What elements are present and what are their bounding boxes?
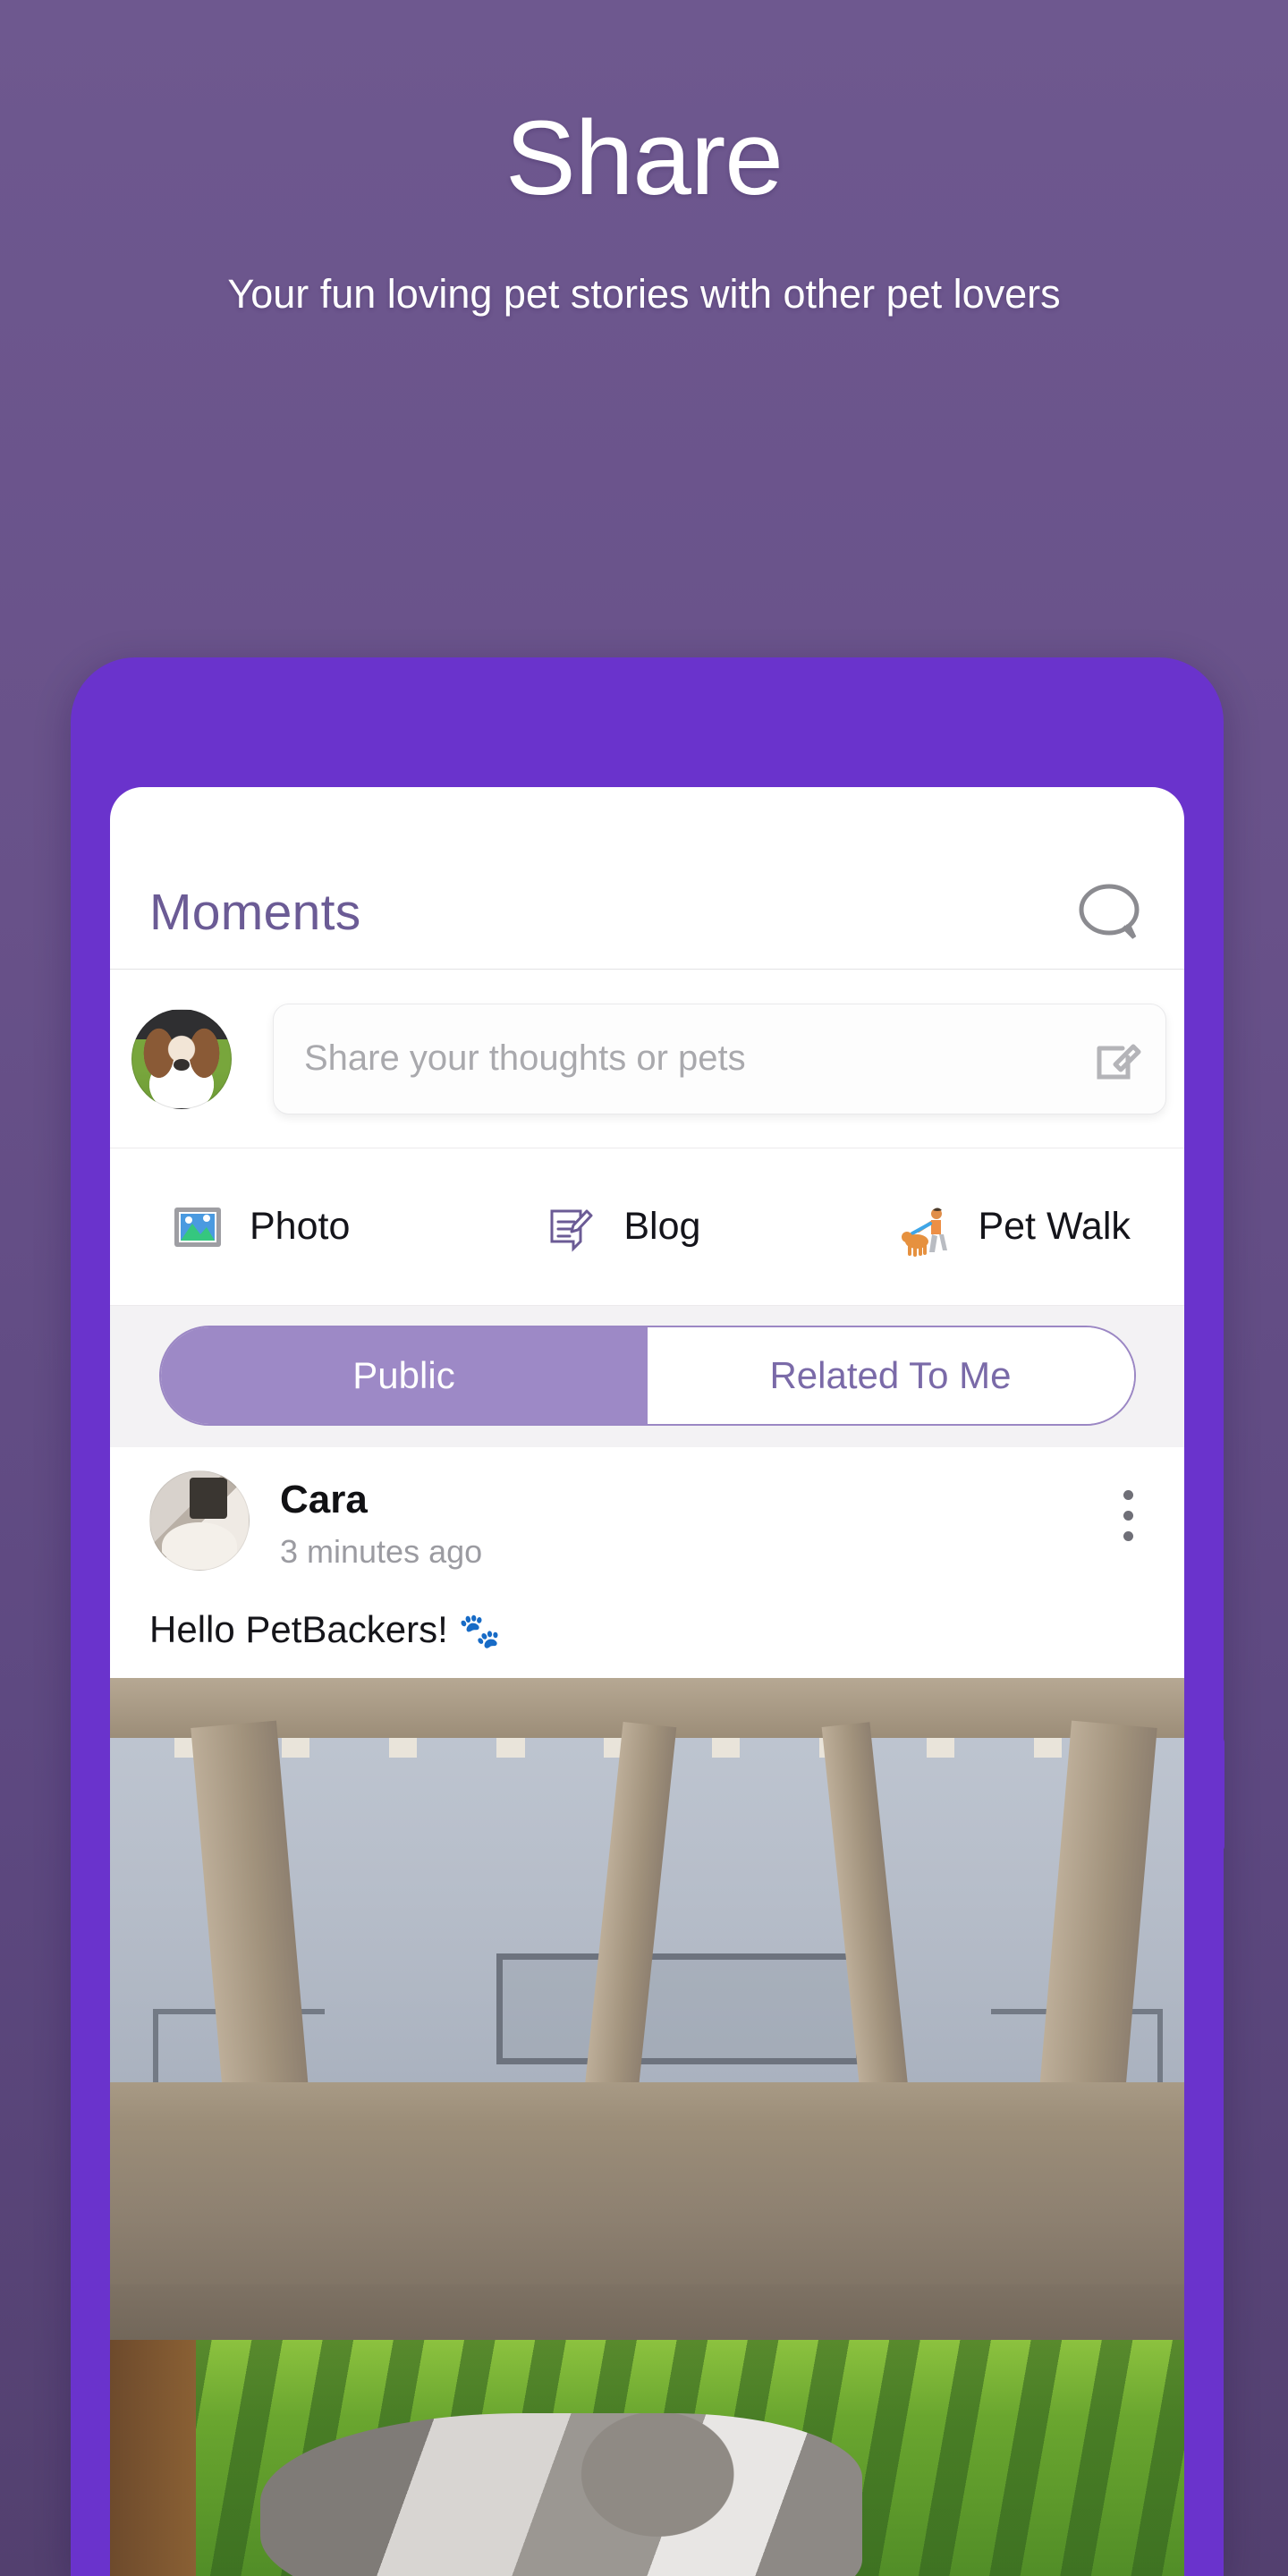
share-input[interactable]: Share your thoughts or pets: [273, 1003, 1166, 1114]
compose-pencil-icon[interactable]: [1092, 1034, 1142, 1084]
app-bar: Moments: [110, 787, 1184, 970]
tab-related-to-me[interactable]: Related To Me: [647, 1327, 1134, 1424]
action-photo-label: Photo: [250, 1205, 351, 1248]
hero-section: Share Your fun loving pet stories with o…: [0, 0, 1288, 320]
post-card: Cara 3 minutes ago Hello PetBackers! 🐾: [110, 1447, 1184, 2576]
app-bar-title: Moments: [149, 884, 361, 941]
page-title: Share: [505, 99, 784, 217]
phone-side-button[interactable]: [1210, 1737, 1224, 1852]
blog-note-pencil-icon: [547, 1206, 597, 1252]
post-body-text: Hello PetBackers! 🐾: [110, 1571, 1184, 1678]
kebab-more-icon[interactable]: [1107, 1470, 1148, 1541]
post-header: Cara 3 minutes ago: [110, 1447, 1184, 1571]
phone-mockup: Moments Share your thoughts or pets Phot…: [0, 657, 1288, 2576]
post-author-name: Cara: [280, 1478, 368, 1521]
action-photo[interactable]: Photo: [173, 1205, 350, 1249]
action-pet-walk[interactable]: Pet Walk: [901, 1205, 1131, 1257]
action-row: Photo Blog Pet Walk: [110, 1148, 1184, 1306]
post-photo[interactable]: [110, 1678, 1184, 2576]
tab-related-to-me-label: Related To Me: [769, 1354, 1012, 1396]
phone-screen: Moments Share your thoughts or pets Phot…: [110, 787, 1184, 2576]
photo-picture-icon: [173, 1206, 223, 1249]
page-subtitle: Your fun loving pet stories with other p…: [227, 271, 1061, 317]
user-avatar[interactable]: [131, 1008, 232, 1109]
speech-bubble-icon[interactable]: [1079, 883, 1143, 942]
person-walking-dog-icon: [901, 1206, 951, 1257]
feed-filter-tabs: Public Related To Me: [158, 1326, 1136, 1426]
post-timestamp: 3 minutes ago: [280, 1533, 483, 1570]
action-pet-walk-label: Pet Walk: [978, 1205, 1131, 1248]
post-author-avatar[interactable]: [149, 1470, 250, 1571]
action-blog[interactable]: Blog: [547, 1205, 701, 1252]
tab-public-label: Public: [352, 1354, 455, 1396]
share-input-placeholder: Share your thoughts or pets: [304, 1038, 746, 1078]
tab-public[interactable]: Public: [160, 1327, 648, 1424]
paw-prints-icon: 🐾: [458, 1613, 501, 1650]
post-body-message: Hello PetBackers!: [149, 1608, 448, 1650]
segment-band: Public Related To Me: [110, 1306, 1184, 1447]
composer-row: Share your thoughts or pets: [110, 970, 1184, 1148]
action-blog-label: Blog: [623, 1205, 701, 1248]
